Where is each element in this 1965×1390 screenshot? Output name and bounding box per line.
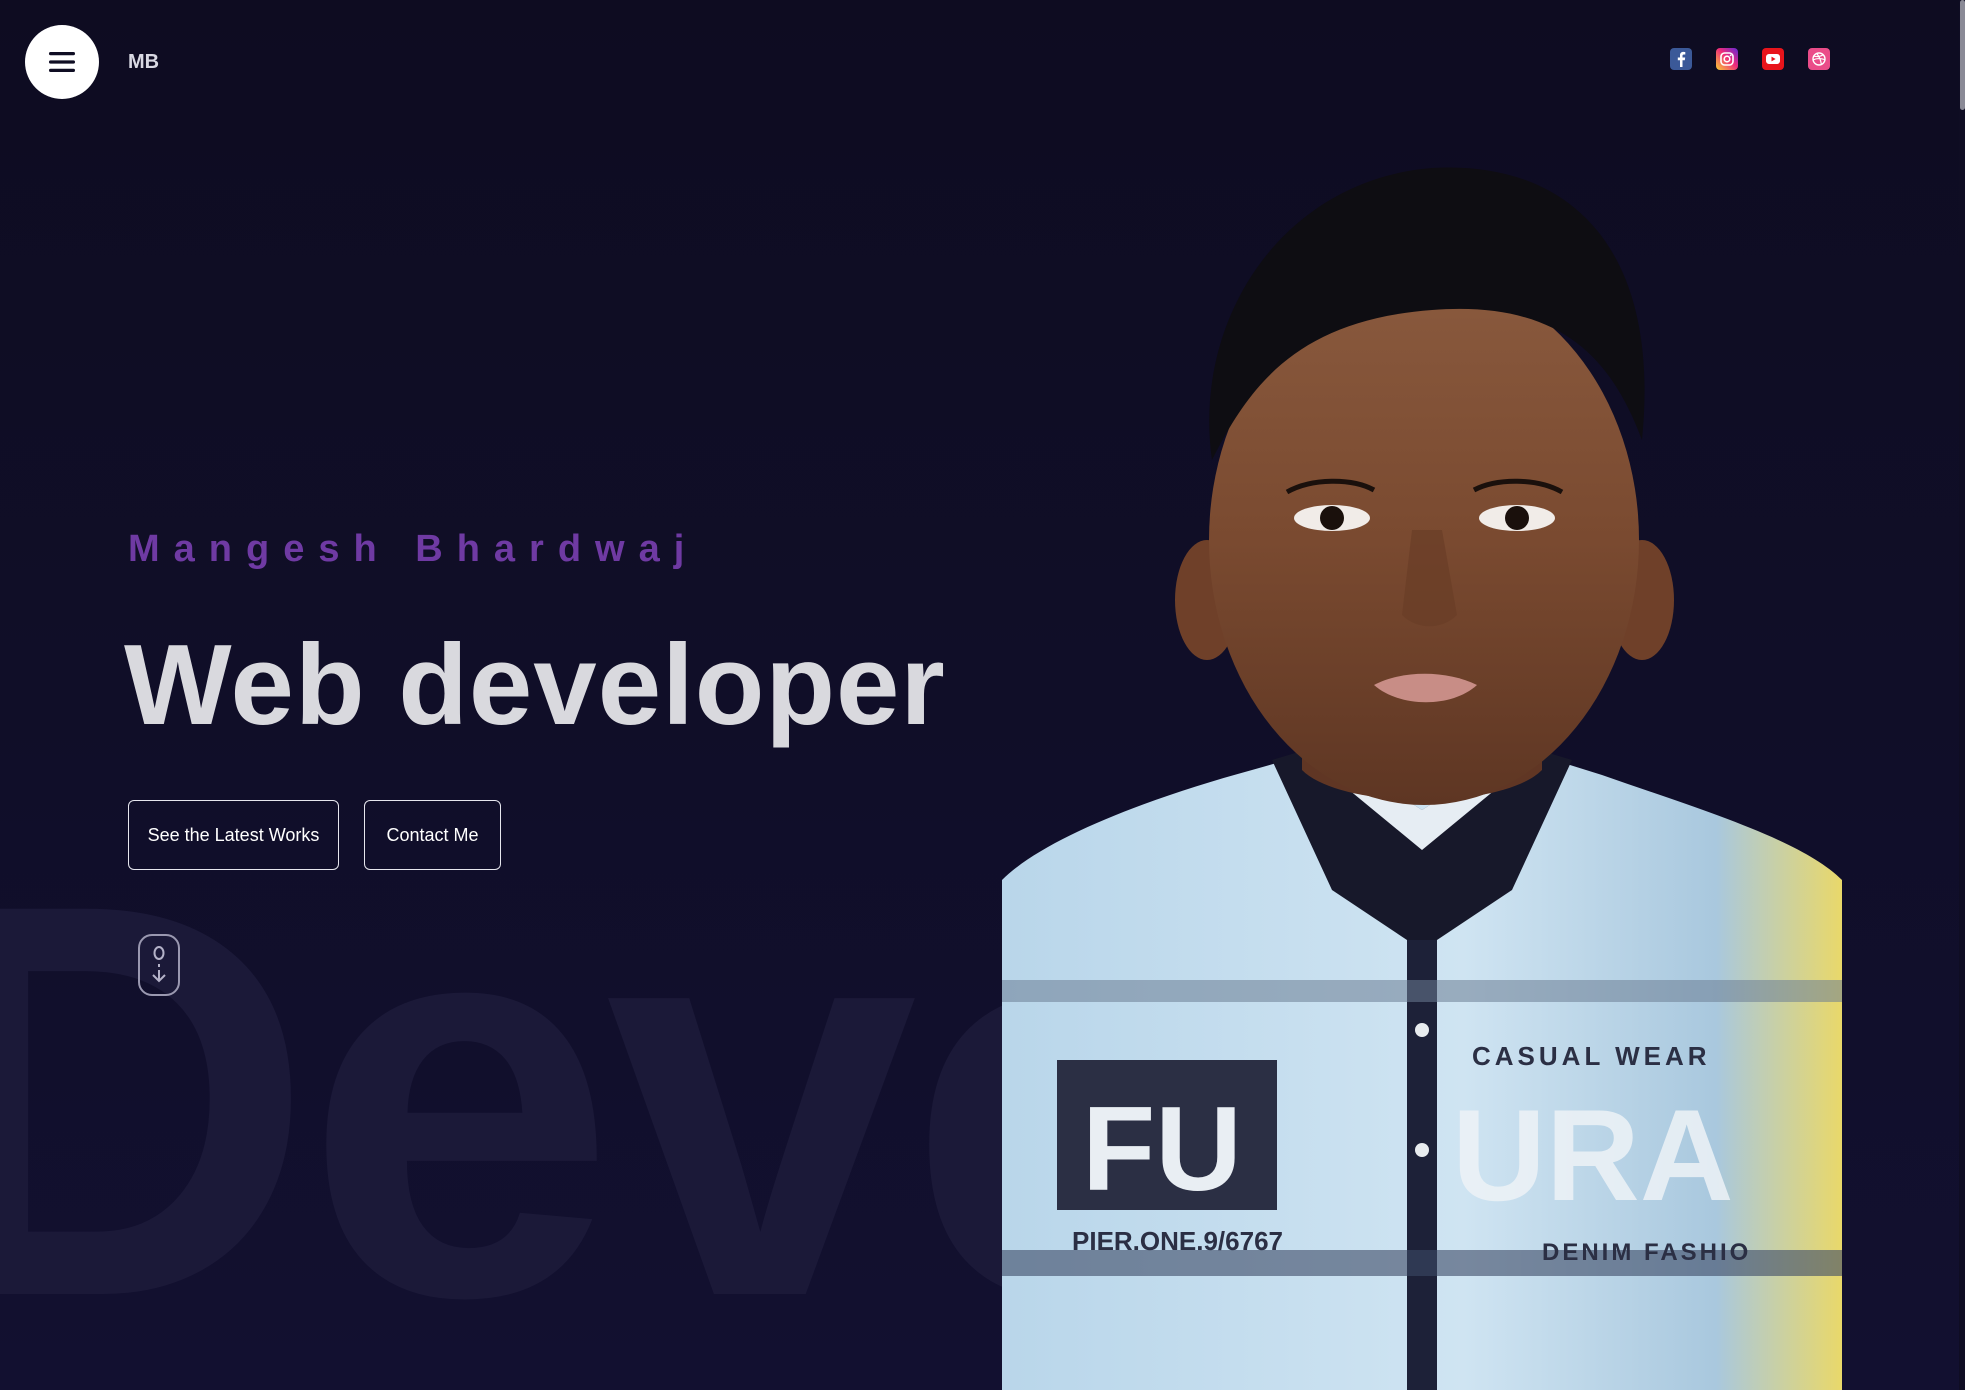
- scrollbar-thumb[interactable]: [1960, 0, 1965, 110]
- youtube-icon[interactable]: [1762, 48, 1784, 70]
- svg-text:URA: URA: [1452, 1082, 1734, 1228]
- dribbble-icon[interactable]: [1808, 48, 1830, 70]
- facebook-icon[interactable]: [1670, 48, 1692, 70]
- svg-text:FU: FU: [1082, 1082, 1242, 1216]
- svg-text:DENIM FASHIO: DENIM FASHIO: [1542, 1239, 1751, 1266]
- portrait-photo: FU CASUAL WEAR URA PIER.ONE.9/6767 DENIM…: [1002, 160, 1842, 1390]
- contact-me-button[interactable]: Contact Me: [364, 800, 501, 870]
- site-logo[interactable]: MB: [128, 51, 159, 74]
- scrollbar[interactable]: [1959, 0, 1965, 1390]
- hero-name: Mangesh Bhardwaj: [128, 528, 699, 570]
- hamburger-menu-icon: [48, 51, 76, 73]
- page: Deve MB Mangesh Bhardwaj Web developer S…: [0, 0, 1965, 1390]
- mouse-scroll-down-icon[interactable]: [138, 934, 180, 996]
- see-latest-works-button[interactable]: See the Latest Works: [128, 800, 339, 870]
- menu-button[interactable]: [25, 25, 99, 99]
- social-links: [1670, 48, 1830, 70]
- svg-text:CASUAL WEAR: CASUAL WEAR: [1472, 1041, 1711, 1071]
- hero-title: Web developer: [124, 622, 946, 749]
- svg-text:PIER.ONE.9/6767: PIER.ONE.9/6767: [1072, 1226, 1283, 1256]
- instagram-icon[interactable]: [1716, 48, 1738, 70]
